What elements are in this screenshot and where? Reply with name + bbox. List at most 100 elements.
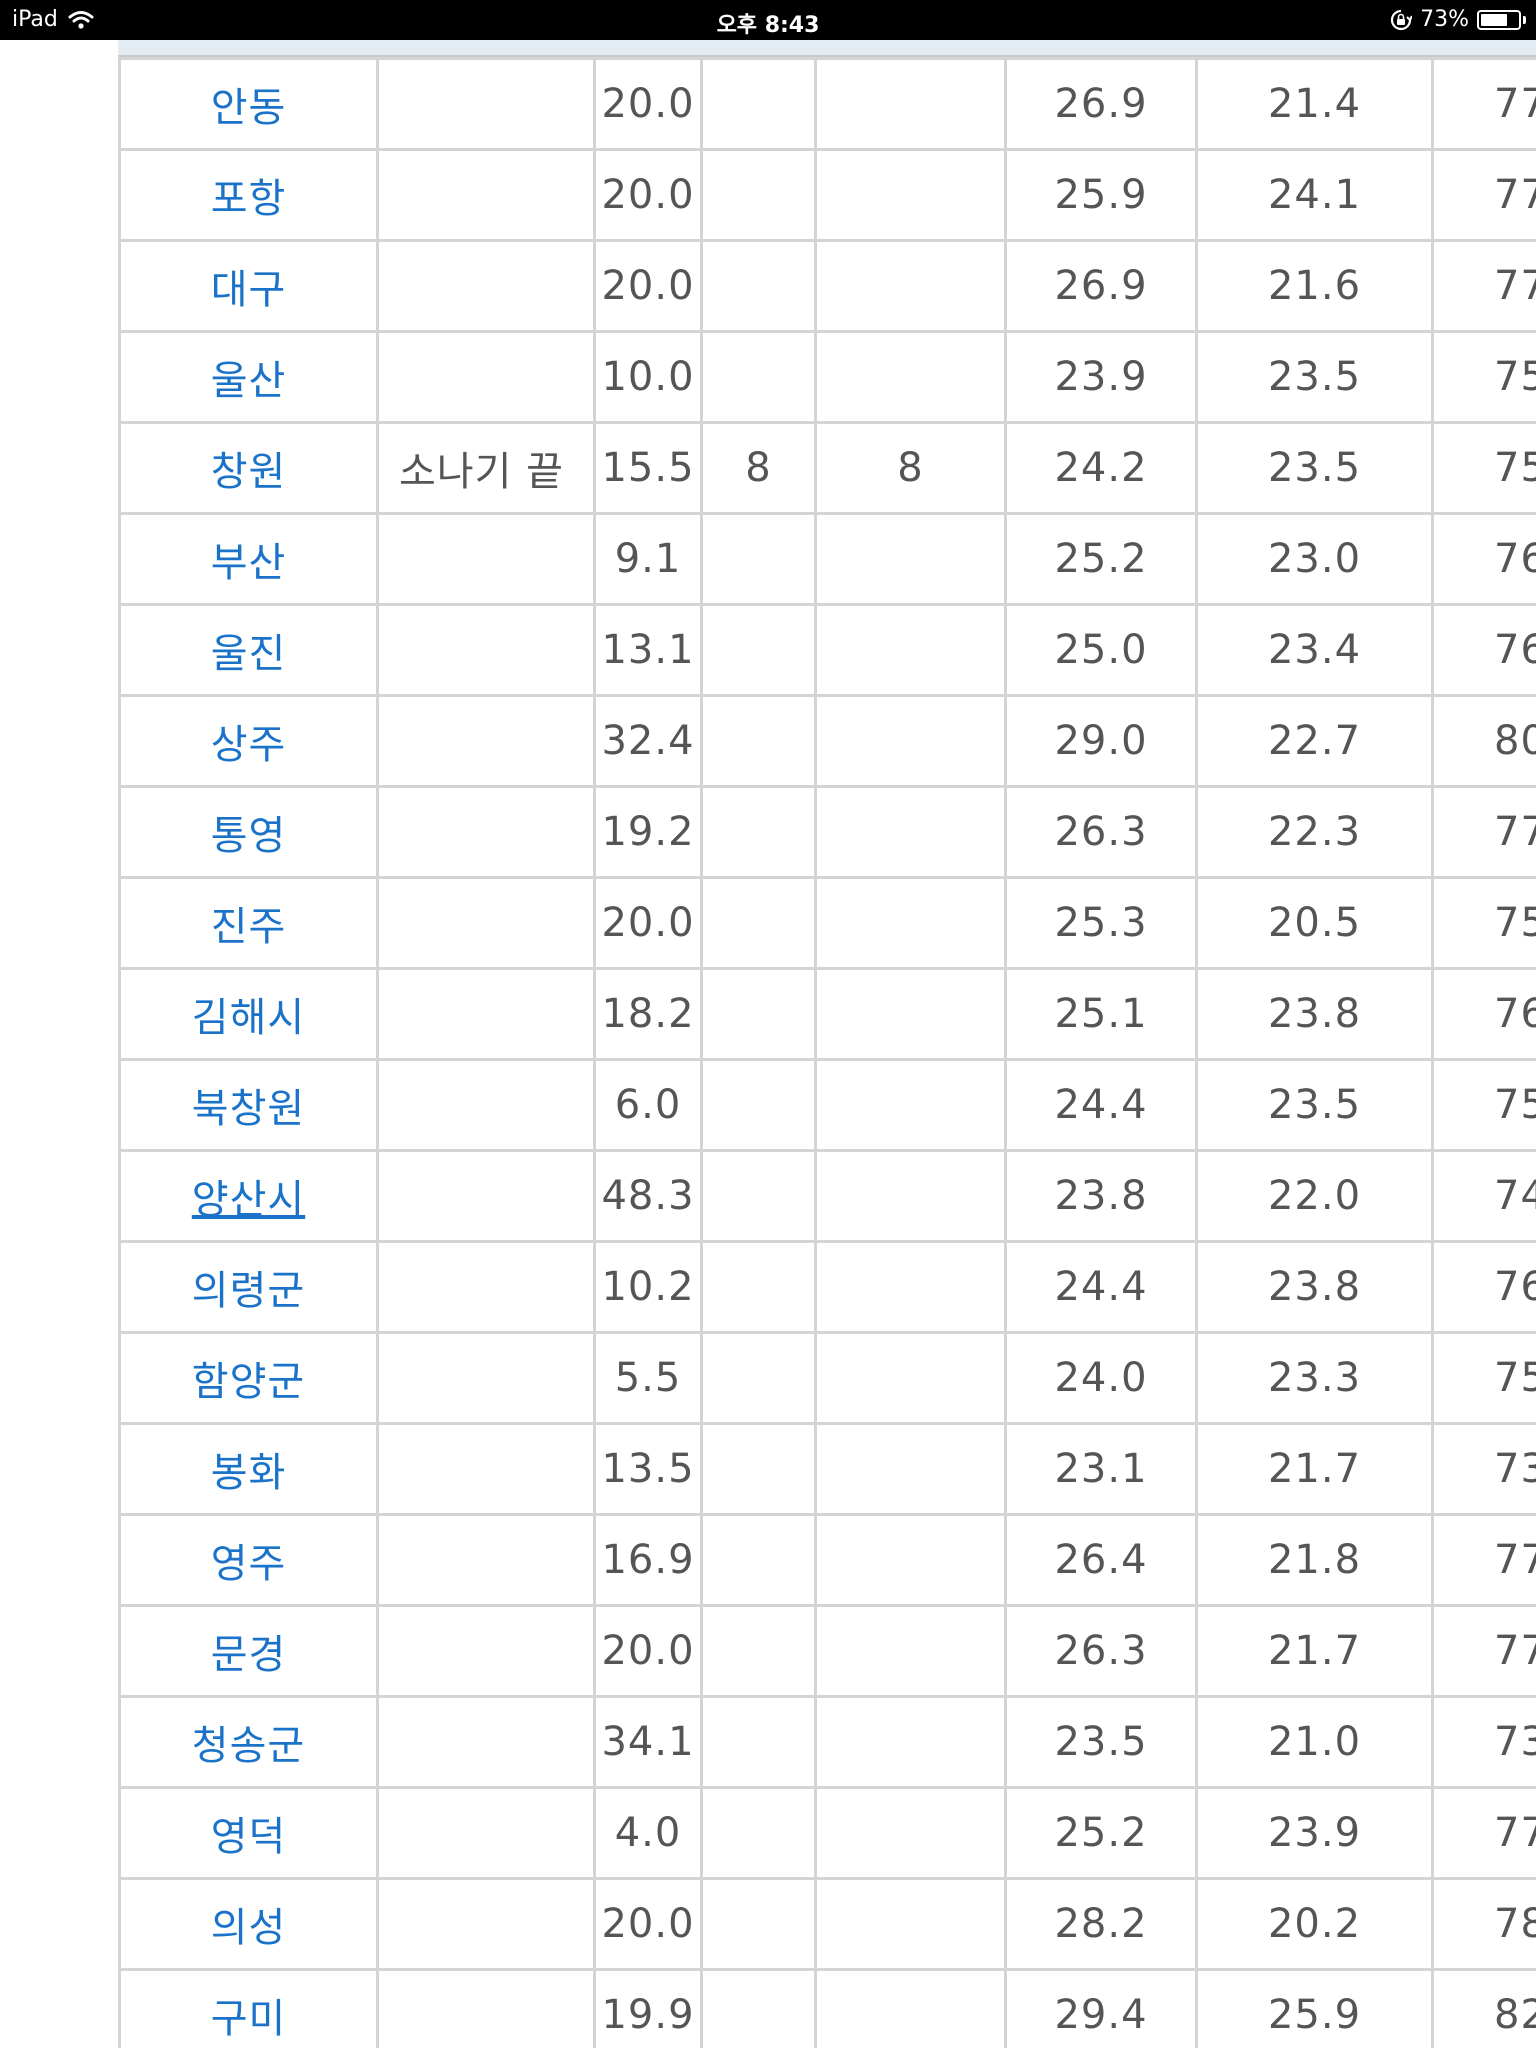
value-cell: 23.5 — [1195, 330, 1434, 424]
station-cell: 봉화 — [118, 1422, 379, 1516]
table-row: 창원소나기 끝15.58824.223.575 — [118, 421, 1536, 515]
station-link[interactable]: 부산 — [211, 540, 287, 586]
value-cell: 75 — [1431, 421, 1536, 515]
value-cell — [700, 148, 817, 242]
station-cell: 의성 — [118, 1877, 379, 1971]
station-cell: 문경 — [118, 1604, 379, 1698]
station-cell: 부산 — [118, 512, 379, 606]
value-cell: 20.0 — [593, 1604, 703, 1698]
table-row: 의성 20.0 28.220.278 — [118, 1877, 1536, 1971]
value-cell: 23.5 — [1195, 421, 1434, 515]
value-cell: 20.0 — [593, 1877, 703, 1971]
station-link[interactable]: 통영 — [211, 813, 287, 859]
station-link[interactable]: 의성 — [211, 1905, 287, 1951]
station-link[interactable]: 함양군 — [192, 1359, 305, 1405]
weather-cell — [376, 330, 596, 424]
weather-cell — [376, 239, 596, 333]
value-cell: 75 — [1431, 330, 1536, 424]
value-cell: 20.0 — [593, 239, 703, 333]
value-cell: 10.2 — [593, 1240, 703, 1334]
value-cell: 6.0 — [593, 1058, 703, 1152]
station-link[interactable]: 포항 — [211, 176, 287, 222]
value-cell: 32.4 — [593, 694, 703, 788]
table-row: 의령군 10.2 24.423.876 — [118, 1240, 1536, 1334]
value-cell: 76 — [1431, 967, 1536, 1061]
table-row: 함양군 5.5 24.023.375 — [118, 1331, 1536, 1425]
weather-cell — [376, 967, 596, 1061]
station-link[interactable]: 구미 — [211, 1996, 287, 2042]
value-cell: 21.7 — [1195, 1422, 1434, 1516]
table-row: 김해시 18.2 25.123.876 — [118, 967, 1536, 1061]
value-cell: 20.5 — [1195, 876, 1434, 970]
value-cell: 22.0 — [1195, 1149, 1434, 1243]
weather-cell — [376, 876, 596, 970]
table-row: 영덕 4.0 25.223.977 — [118, 1786, 1536, 1880]
weather-cell — [376, 1422, 596, 1516]
battery-percent: 73% — [1420, 7, 1469, 32]
weather-cell — [376, 785, 596, 879]
value-cell: 23.9 — [1004, 330, 1198, 424]
value-cell — [814, 694, 1007, 788]
station-link[interactable]: 울산 — [211, 358, 287, 404]
value-cell: 74 — [1431, 1149, 1536, 1243]
value-cell: 75 — [1431, 1058, 1536, 1152]
value-cell: 23.8 — [1195, 1240, 1434, 1334]
station-link[interactable]: 영덕 — [211, 1814, 287, 1860]
weather-cell — [376, 1331, 596, 1425]
table-row: 울진 13.1 25.023.476 — [118, 603, 1536, 697]
value-cell: 21.0 — [1195, 1695, 1434, 1789]
station-link[interactable]: 청송군 — [192, 1723, 305, 1769]
station-link[interactable]: 양산시 — [192, 1177, 305, 1223]
station-link[interactable]: 김해시 — [192, 995, 305, 1041]
table-row: 포항 20.0 25.924.177 — [118, 148, 1536, 242]
value-cell — [700, 1695, 817, 1789]
value-cell — [814, 239, 1007, 333]
station-link[interactable]: 진주 — [211, 904, 287, 950]
station-link[interactable]: 안동 — [211, 85, 287, 131]
station-cell: 김해시 — [118, 967, 379, 1061]
value-cell: 23.5 — [1195, 1058, 1434, 1152]
value-cell: 9.1 — [593, 512, 703, 606]
value-cell: 29.0 — [1004, 694, 1198, 788]
battery-fill — [1481, 13, 1508, 26]
value-cell — [700, 1968, 817, 2048]
station-cell: 통영 — [118, 785, 379, 879]
station-link[interactable]: 의령군 — [192, 1268, 305, 1314]
value-cell: 23.0 — [1195, 512, 1434, 606]
table-row: 구미 19.9 29.425.982 — [118, 1968, 1536, 2048]
value-cell: 28.2 — [1004, 1877, 1198, 1971]
value-cell: 20.2 — [1195, 1877, 1434, 1971]
rotation-lock-icon — [1391, 9, 1413, 30]
station-cell: 진주 — [118, 876, 379, 970]
value-cell — [700, 1149, 817, 1243]
value-cell: 8 — [814, 421, 1007, 515]
station-link[interactable]: 북창원 — [192, 1086, 305, 1132]
weather-table-container[interactable]: 안동20.026.921.477포항20.025.924.177대구20.026… — [118, 40, 1536, 2048]
station-link[interactable]: 영주 — [211, 1541, 287, 1587]
table-row: 울산 10.0 23.923.575 — [118, 330, 1536, 424]
table-row: 봉화 13.5 23.121.773 — [118, 1422, 1536, 1516]
value-cell: 77 — [1431, 148, 1536, 242]
value-cell: 15.5 — [593, 421, 703, 515]
station-link[interactable]: 창원 — [211, 449, 287, 495]
value-cell: 26.9 — [1004, 239, 1198, 333]
value-cell: 24.1 — [1195, 148, 1434, 242]
value-cell — [814, 1058, 1007, 1152]
value-cell — [700, 967, 817, 1061]
station-cell: 의령군 — [118, 1240, 379, 1334]
value-cell: 48.3 — [593, 1149, 703, 1243]
station-link[interactable]: 대구 — [211, 267, 287, 313]
value-cell: 82 — [1431, 1968, 1536, 2048]
value-cell: 8 — [700, 421, 817, 515]
value-cell: 25.9 — [1004, 148, 1198, 242]
station-link[interactable]: 봉화 — [211, 1450, 287, 1496]
station-link[interactable]: 울진 — [211, 631, 287, 677]
table-row: 양산시 48.3 23.822.074 — [118, 1149, 1536, 1243]
value-cell: 23.8 — [1004, 1149, 1198, 1243]
battery-icon — [1477, 9, 1521, 30]
station-link[interactable]: 문경 — [211, 1632, 287, 1678]
value-cell — [814, 1968, 1007, 2048]
value-cell: 75 — [1431, 1331, 1536, 1425]
station-link[interactable]: 상주 — [211, 722, 287, 768]
value-cell: 77 — [1431, 1786, 1536, 1880]
